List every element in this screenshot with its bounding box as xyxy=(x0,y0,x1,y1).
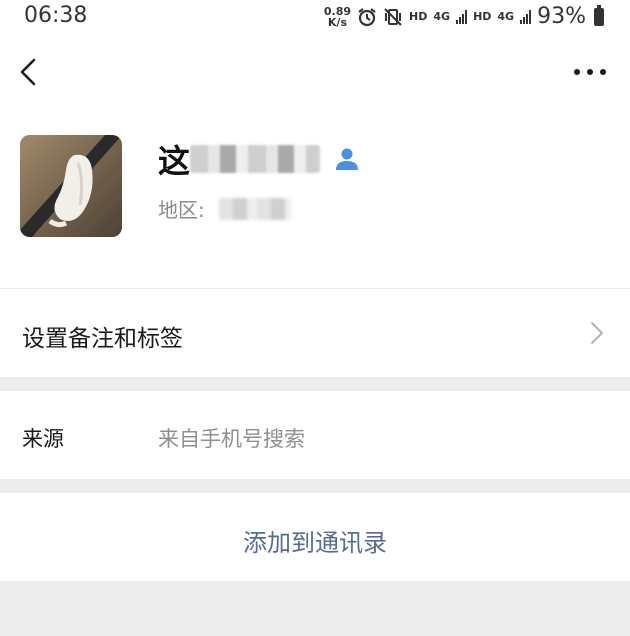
more-dots-icon[interactable] xyxy=(572,64,608,80)
hd-indicator-1: HD xyxy=(409,10,428,23)
network-speed-value: 0.89 xyxy=(323,4,352,18)
name-row: 这 xyxy=(158,136,360,182)
battery-icon xyxy=(594,4,604,26)
avatar[interactable] xyxy=(20,135,122,237)
status-time: 06:38 xyxy=(24,3,88,28)
alarm-icon xyxy=(358,7,376,26)
set-remark-label: 设置备注和标签 xyxy=(22,326,183,352)
person-icon xyxy=(336,148,359,170)
region-row: 地区: xyxy=(158,194,291,223)
profile-name: 这 xyxy=(158,142,191,180)
source-row: 来源 来自手机号搜索 xyxy=(0,391,630,479)
status-indicators: 0.89 K/s HD 4G HD 4G 93% xyxy=(324,4,604,29)
set-remark-row[interactable]: 设置备注和标签 xyxy=(0,289,630,377)
signal-bars-2-icon xyxy=(520,9,532,24)
network-speed-unit: K/s xyxy=(327,15,347,29)
chevron-right-icon xyxy=(591,322,603,344)
signal-type-2: 4G xyxy=(497,10,515,23)
status-bar: 06:38 0.89 K/s HD 4G HD 4G 93% xyxy=(0,0,630,34)
name-redaction xyxy=(190,145,321,173)
source-value: 来自手机号搜索 xyxy=(158,427,305,451)
signal-bars-1-icon xyxy=(456,9,468,24)
vibrate-mute-icon xyxy=(384,7,402,26)
signal-type-1: 4G xyxy=(433,10,451,23)
region-label: 地区: xyxy=(158,198,205,222)
nav-bar xyxy=(0,34,630,110)
source-label: 来源 xyxy=(22,427,64,451)
hd-indicator-2: HD xyxy=(473,10,492,23)
back-arrow-icon[interactable] xyxy=(14,54,44,90)
region-redaction xyxy=(218,197,291,220)
add-to-contacts-label: 添加到通讯录 xyxy=(243,529,387,557)
network-speed: 0.89 K/s xyxy=(324,6,351,28)
battery-percent: 93% xyxy=(537,4,586,29)
profile-header: 这 地区: xyxy=(0,110,630,288)
add-to-contacts-button[interactable]: 添加到通讯录 xyxy=(0,493,630,581)
